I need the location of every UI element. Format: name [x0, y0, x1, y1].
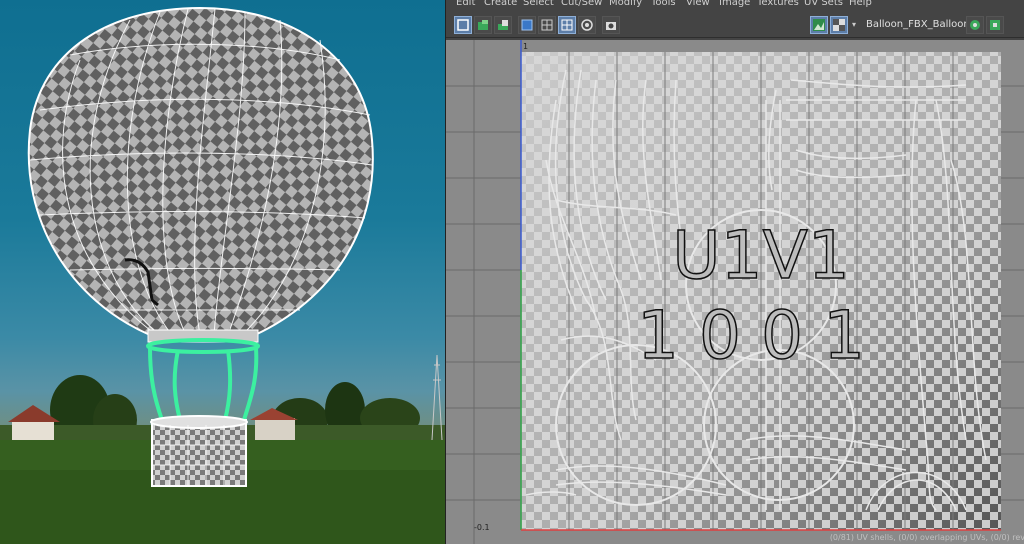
menu-view[interactable]: View — [686, 0, 710, 8]
balloon-basket[interactable] — [150, 415, 248, 487]
uv-shell-icon[interactable] — [454, 16, 472, 34]
menu-tools[interactable]: Tools — [651, 0, 676, 8]
uv-set-icon[interactable] — [966, 16, 984, 34]
3d-viewport[interactable] — [0, 0, 445, 544]
checker-icon[interactable] — [830, 16, 848, 34]
uv-toolbar: ▾ Balloon_FBX_Balloon_ — [446, 12, 1024, 38]
display-toggle-icon[interactable] — [578, 16, 596, 34]
menu-create[interactable]: Create — [484, 0, 517, 8]
axis-top-label: 1 — [523, 42, 529, 51]
tile-label-udim: 1001 — [637, 297, 885, 374]
menu-edit[interactable]: Edit — [456, 0, 475, 8]
axis-bottom-label: -0.1 — [474, 523, 490, 532]
display-image-icon[interactable] — [810, 16, 828, 34]
menu-select[interactable]: Select — [523, 0, 554, 8]
uv-grid: U1V1 1001 — [446, 40, 1024, 544]
uv-editor-panel: Edit Create Select Cut/Sew Modify Tools … — [445, 0, 1024, 544]
menu-help[interactable]: Help — [849, 0, 872, 8]
grid-icon[interactable] — [538, 16, 556, 34]
uv-set-name[interactable]: Balloon_FBX_Balloon_ — [866, 19, 975, 30]
settings-icon[interactable] — [986, 16, 1004, 34]
uv-toolkit-icon[interactable] — [494, 16, 512, 34]
menu-image[interactable]: Image — [719, 0, 750, 8]
menu-modify[interactable]: Modify — [609, 0, 642, 8]
viewport-scene — [0, 6, 445, 544]
uv-canvas[interactable]: U1V1 1001 1 -0.1 (0/81) UV shells, (0/0)… — [446, 40, 1024, 544]
isolate-icon[interactable] — [558, 16, 576, 34]
menu-textures[interactable]: Textures — [757, 0, 799, 8]
balloon-ropes[interactable] — [146, 338, 260, 421]
create-uv-icon[interactable] — [474, 16, 492, 34]
balloon-envelope[interactable] — [27, 6, 374, 343]
select-icon[interactable] — [518, 16, 536, 34]
dropdown-icon[interactable]: ▾ — [852, 20, 856, 29]
tile-label-uv: U1V1 — [672, 217, 849, 294]
uv-menubar: Edit Create Select Cut/Sew Modify Tools … — [446, 0, 1024, 10]
menu-cut-sew[interactable]: Cut/Sew — [561, 0, 602, 8]
snapshot-icon[interactable] — [602, 16, 620, 34]
menu-uv-sets[interactable]: UV Sets — [804, 0, 843, 8]
uv-status-text: (0/81) UV shells, (0/0) overlapping UVs,… — [829, 533, 1024, 542]
